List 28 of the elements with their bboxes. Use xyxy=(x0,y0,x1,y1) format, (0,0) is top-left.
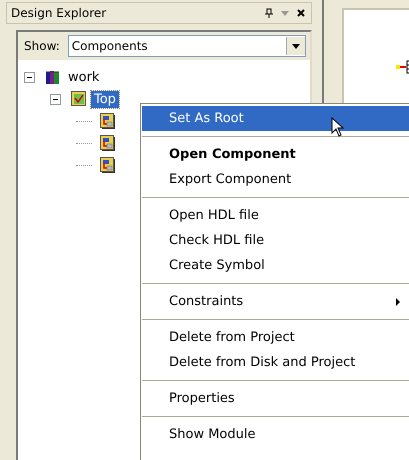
menu-item[interactable]: Check HDL file xyxy=(142,228,409,253)
module-icon xyxy=(100,156,116,174)
module-icon xyxy=(100,112,116,130)
menu-item[interactable]: Create Symbol xyxy=(142,253,409,278)
menu-item[interactable]: Show Module xyxy=(142,422,409,447)
show-label: Show: xyxy=(24,39,60,53)
show-dropdown[interactable]: Components xyxy=(68,35,306,57)
schematic-icon xyxy=(71,91,87,107)
menu-item[interactable]: Properties xyxy=(142,386,409,411)
menu-item[interactable]: Open Component xyxy=(142,142,409,167)
collapse-toggle[interactable] xyxy=(24,72,35,82)
books-icon xyxy=(45,69,61,85)
menu-item[interactable]: Delete from Project xyxy=(142,325,409,350)
pin-icon[interactable] xyxy=(265,8,273,18)
tree-item[interactable]: Top xyxy=(91,90,119,108)
dropdown-arrow-icon xyxy=(292,44,300,48)
module-icon xyxy=(100,134,116,152)
menu-item[interactable]: Delete from Disk and Project xyxy=(142,350,409,375)
menu-item[interactable]: Set As Root xyxy=(142,106,409,131)
collapse-toggle[interactable] xyxy=(50,94,61,104)
menu-item[interactable]: Export Component xyxy=(142,167,409,192)
mouse-pointer-icon xyxy=(331,117,344,137)
menu-item[interactable]: Open HDL file xyxy=(142,203,409,228)
close-icon[interactable] xyxy=(297,9,305,17)
submenu-arrow-icon xyxy=(396,298,400,306)
panel-title: Design Explorer xyxy=(11,6,108,20)
menu-item[interactable]: Constraints xyxy=(142,289,409,314)
tree-item[interactable]: work xyxy=(65,68,102,86)
